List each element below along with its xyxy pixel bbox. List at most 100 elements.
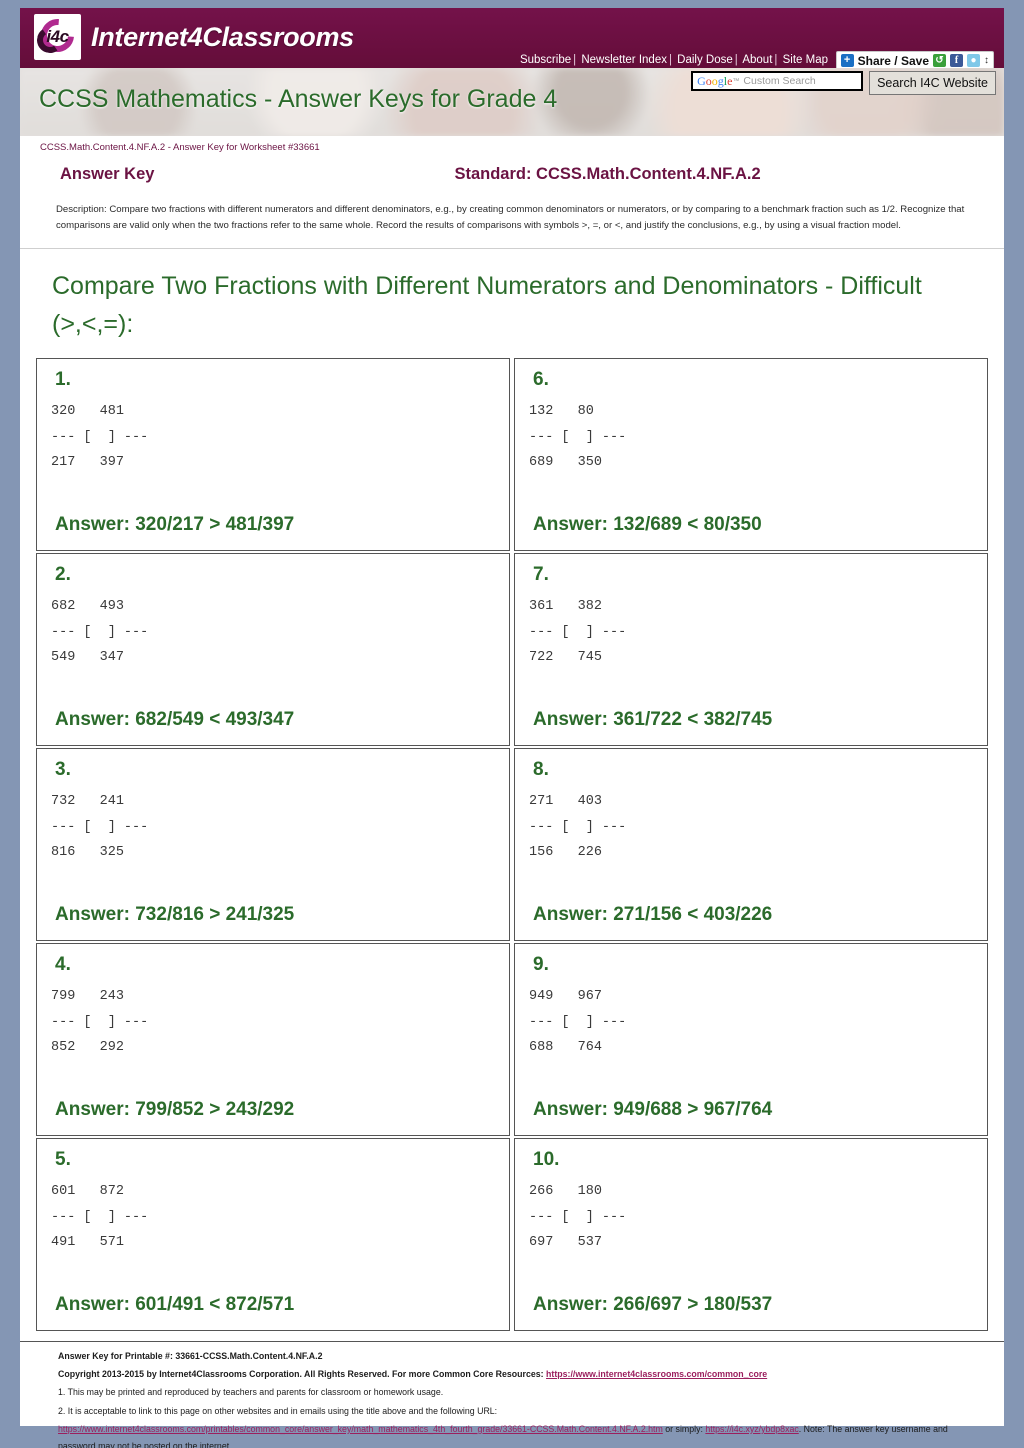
numerator-left: 682 xyxy=(51,599,76,615)
numerator-right: 967 xyxy=(577,989,602,1005)
nav-item-site-map[interactable]: Site Map xyxy=(783,54,828,66)
numerator-left: 271 xyxy=(529,794,554,810)
search-input[interactable]: Google ™ Custom Search xyxy=(691,71,864,91)
problem-number: 2. xyxy=(55,564,71,586)
numerator-left: 949 xyxy=(529,989,554,1005)
denominator-left: 156 xyxy=(529,845,554,861)
problem-answer: Answer: 271/156 < 403/226 xyxy=(533,904,773,926)
comparison-slot: --- [ ] --- xyxy=(51,1209,149,1225)
answer-key-label: Answer Key xyxy=(60,165,155,183)
denominator-left: 688 xyxy=(529,1040,554,1056)
top-navigation: Subscribe | Newsletter Index | Daily Dose |… xyxy=(520,54,828,66)
footer-url-line: https://www.internet4classrooms.com/prin… xyxy=(58,1421,980,1448)
comparison-slot: --- [ ] --- xyxy=(529,1209,627,1225)
numerator-left: 361 xyxy=(529,599,554,615)
page-root: i4c Internet4Classrooms Subscribe | Newsl… xyxy=(0,0,1024,1448)
problem-answer: Answer: 732/816 > 241/325 xyxy=(55,904,295,926)
nav-separator: | xyxy=(734,54,738,66)
problem-cell: 5. 601 872 --- [ ] --- 491 571 Answer: 601… xyxy=(36,1138,510,1332)
numerator-right: 403 xyxy=(577,794,602,810)
problem-number: 6. xyxy=(533,369,549,391)
problem-number: 1. xyxy=(55,369,71,391)
facebook-icon[interactable]: f xyxy=(950,54,963,67)
fraction-comparison: 682 493 --- [ ] --- 549 347 xyxy=(51,594,509,671)
denominator-right: 745 xyxy=(577,650,602,666)
problem-answer: Answer: 949/688 > 967/764 xyxy=(533,1099,773,1121)
problem-column-right: 6. 132 80 --- [ ] --- 689 350 Answer: 132/… xyxy=(514,358,988,1333)
denominator-left: 689 xyxy=(529,455,554,471)
numerator-right: 382 xyxy=(577,599,602,615)
fraction-comparison: 799 243 --- [ ] --- 852 292 xyxy=(51,984,509,1061)
problem-answer: Answer: 601/491 < 872/571 xyxy=(55,1294,295,1316)
denominator-right: 764 xyxy=(577,1040,602,1056)
comparison-slot: --- [ ] --- xyxy=(529,429,627,445)
site-logo[interactable]: i4c Internet4Classrooms xyxy=(34,12,354,60)
share-expand-icon[interactable]: ↕ xyxy=(984,55,989,66)
numerator-left: 732 xyxy=(51,794,76,810)
denominator-right: 571 xyxy=(99,1235,124,1251)
fraction-comparison: 732 241 --- [ ] --- 816 325 xyxy=(51,789,509,866)
problem-number: 3. xyxy=(55,759,71,781)
main-content: CCSS.Math.Content.4.NF.A.2 - Answer Key … xyxy=(20,136,1004,1448)
site-header-bar: i4c Internet4Classrooms Subscribe | Newsl… xyxy=(20,8,1004,70)
problem-answer: Answer: 320/217 > 481/397 xyxy=(55,514,295,536)
denominator-right: 397 xyxy=(99,455,124,471)
denominator-right: 350 xyxy=(577,455,602,471)
twitter-icon[interactable]: ● xyxy=(967,54,980,67)
problem-number: 4. xyxy=(55,954,71,976)
problem-cell: 3. 732 241 --- [ ] --- 816 325 Answer: 732… xyxy=(36,748,510,942)
footer-note-1: 1. This may be printed and reproduced by… xyxy=(58,1387,444,1398)
page-sheet: i4c Internet4Classrooms Subscribe | Newsl… xyxy=(20,8,1004,1448)
fraction-comparison: 132 80 --- [ ] --- 689 350 xyxy=(529,399,987,476)
share-generic-icon[interactable]: ↺ xyxy=(933,54,946,67)
numerator-left: 799 xyxy=(51,989,76,1005)
standard-description: Description: Compare two fractions with … xyxy=(56,204,965,231)
numerator-left: 320 xyxy=(51,404,76,420)
trademark-symbol: ™ xyxy=(732,77,740,85)
nav-item-subscribe[interactable]: Subscribe xyxy=(520,54,571,66)
problem-number: 10. xyxy=(533,1149,560,1171)
problem-answer: Answer: 266/697 > 180/537 xyxy=(533,1294,773,1316)
problem-cell: 7. 361 382 --- [ ] --- 722 745 Answer: 361… xyxy=(514,553,988,747)
footer-note-2: 2. It is acceptable to link to this page… xyxy=(58,1405,498,1416)
page-footer: Answer Key for Printable #: 33661-CCSS.M… xyxy=(20,1341,1004,1448)
footer-printable-line: Answer Key for Printable #: 33661-CCSS.M… xyxy=(58,1351,323,1362)
problem-cell: 10. 266 180 --- [ ] --- 697 537 Answer: 26… xyxy=(514,1138,988,1332)
site-logo-text: Internet4Classrooms xyxy=(91,21,354,52)
numerator-left: 132 xyxy=(529,404,554,420)
nav-item-newsletter-index[interactable]: Newsletter Index xyxy=(581,54,667,66)
header-divider xyxy=(20,247,1004,249)
problem-column-left: 1. 320 481 --- [ ] --- 217 397 Answer: 320… xyxy=(36,358,510,1333)
printable-url-link[interactable]: https://www.internet4classrooms.com/prin… xyxy=(58,1424,663,1434)
problem-cell: 9. 949 967 --- [ ] --- 688 764 Answer: 949… xyxy=(514,943,988,1137)
search-button[interactable]: Search I4C Website xyxy=(869,71,996,95)
share-save-label: Share / Save xyxy=(857,53,929,68)
problem-number: 5. xyxy=(55,1149,71,1171)
search-placeholder: Custom Search xyxy=(743,75,816,87)
share-plus-icon[interactable]: + xyxy=(840,54,854,67)
comparison-slot: --- [ ] --- xyxy=(529,819,627,835)
nav-separator: | xyxy=(573,54,577,66)
worksheet-title: Compare Two Fractions with Different Num… xyxy=(52,271,922,339)
problem-cell: 8. 271 403 --- [ ] --- 156 226 Answer: 271… xyxy=(514,748,988,942)
numerator-right: 180 xyxy=(577,1184,602,1200)
fraction-comparison: 361 382 --- [ ] --- 722 745 xyxy=(529,594,987,671)
problem-answer: Answer: 361/722 < 382/745 xyxy=(533,709,773,731)
numerator-right: 243 xyxy=(99,989,124,1005)
page-banner: CCSS Mathematics - Answer Keys for Grade… xyxy=(20,68,1004,136)
denominator-right: 325 xyxy=(99,845,124,861)
problem-number: 8. xyxy=(533,759,549,781)
problem-cell: 4. 799 243 --- [ ] --- 852 292 Answer: 799… xyxy=(36,943,510,1137)
answer-key-header-row: Answer Key Standard: CCSS.Math.Content.4… xyxy=(20,153,1004,184)
logo-mark-label: i4c xyxy=(46,27,69,46)
comparison-slot: --- [ ] --- xyxy=(51,819,149,835)
common-core-link[interactable]: https://www.internet4classrooms.com/comm… xyxy=(546,1369,767,1379)
problem-grid: 1. 320 481 --- [ ] --- 217 397 Answer: 320… xyxy=(36,358,988,1333)
footer-copyright-text: Copyright 2013-2015 by Internet4Classroo… xyxy=(58,1369,547,1380)
nav-item-daily-dose[interactable]: Daily Dose xyxy=(677,54,733,66)
short-url-link[interactable]: https://i4c.xyz/ybdp8xac xyxy=(705,1424,798,1434)
fraction-comparison: 266 180 --- [ ] --- 697 537 xyxy=(529,1179,987,1256)
nav-item-about[interactable]: About xyxy=(742,54,772,66)
search-area: Google ™ Custom Search Search I4C Website xyxy=(691,71,996,95)
numerator-right: 241 xyxy=(99,794,124,810)
